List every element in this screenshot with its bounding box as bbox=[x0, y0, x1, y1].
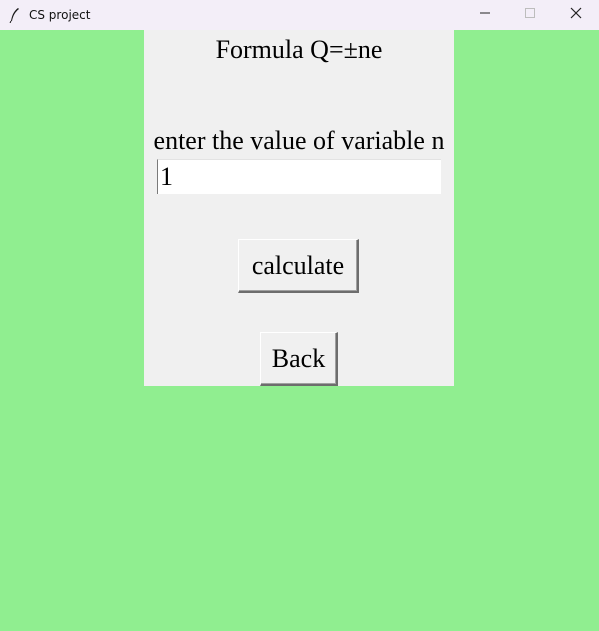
feather-icon bbox=[8, 7, 22, 24]
close-button[interactable] bbox=[553, 0, 599, 30]
back-button[interactable]: Back bbox=[260, 332, 338, 386]
form-panel: Formula Q=±ne enter the value of variabl… bbox=[144, 30, 454, 386]
minimize-icon bbox=[479, 6, 491, 24]
app-window: CS project Formula Q=±ne enter the value… bbox=[0, 0, 599, 631]
value-n-input[interactable] bbox=[157, 159, 441, 194]
minimize-button[interactable] bbox=[462, 0, 508, 30]
maximize-button[interactable] bbox=[507, 0, 553, 30]
prompt-label: enter the value of variable n bbox=[153, 126, 445, 155]
calculate-button[interactable]: calculate bbox=[238, 239, 359, 293]
maximize-icon bbox=[524, 6, 536, 24]
close-icon bbox=[570, 6, 582, 24]
formula-label: Formula Q=±ne bbox=[215, 35, 383, 64]
title-bar[interactable]: CS project bbox=[0, 0, 599, 30]
window-title: CS project bbox=[29, 8, 91, 22]
